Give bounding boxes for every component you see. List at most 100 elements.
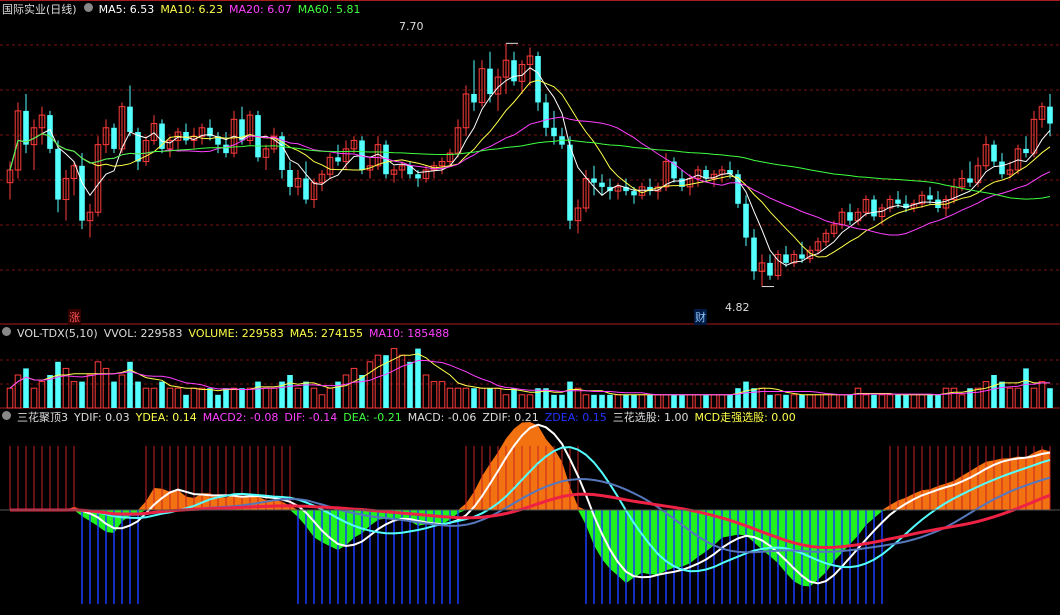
volume-bar — [679, 394, 685, 408]
volume-bar — [526, 394, 534, 409]
macd2-label: MACD2: -0.08 — [202, 411, 279, 424]
volume-bar — [743, 381, 749, 408]
volume-bar — [806, 394, 814, 409]
candle-body — [1023, 148, 1029, 154]
vol-name-label: VOL-TDX(5,10) — [17, 327, 98, 340]
volume-bar — [903, 394, 909, 408]
volume-bar — [198, 387, 206, 409]
volume-bar — [631, 394, 637, 408]
volume-bar — [390, 348, 398, 409]
volume-bar — [535, 388, 541, 408]
volume-bar — [1038, 381, 1046, 409]
volume-bar — [310, 387, 318, 409]
volume-bar — [487, 388, 493, 408]
volume-bar — [751, 388, 757, 408]
volume-bar — [799, 394, 805, 408]
volume-bar — [294, 387, 302, 409]
candle-body — [991, 144, 997, 162]
volume-bar — [255, 381, 261, 408]
settings-dot-icon[interactable] — [83, 3, 93, 12]
volume-bar — [638, 394, 646, 409]
volume-bar — [703, 394, 709, 408]
volume-bar — [654, 394, 662, 409]
volume-bar — [591, 394, 597, 408]
volume-bar — [159, 381, 165, 408]
volume-bar — [366, 361, 374, 409]
volume-bar — [70, 381, 78, 409]
volume-bar — [511, 388, 517, 408]
candle-body — [79, 165, 85, 221]
volume-bar — [55, 361, 61, 408]
volume-bar — [647, 394, 653, 408]
volume-bar — [415, 348, 421, 408]
zdif-label: ZDIF: 0.21 — [482, 411, 539, 424]
volume-bar — [239, 388, 245, 408]
candle-body — [871, 199, 877, 217]
volume-bar — [230, 387, 238, 409]
candle-body — [183, 132, 189, 141]
ma5-line — [9, 67, 1051, 266]
volume-bar — [686, 394, 694, 409]
volume-bar — [567, 381, 573, 408]
volume-bar — [614, 394, 622, 409]
ma10-label: MA10: 6.23 — [160, 3, 224, 16]
volume-bar — [607, 394, 613, 408]
volume-bar — [918, 394, 926, 409]
ma10-line — [9, 79, 1051, 258]
volume-bar — [398, 354, 406, 409]
candle-body — [415, 174, 421, 179]
volume-bar — [974, 387, 982, 409]
volume-bar — [847, 394, 853, 408]
candle-body — [511, 60, 517, 82]
candle-body — [127, 106, 133, 132]
volume-ma10-line — [9, 360, 1050, 396]
dif-label: DIF: -0.14 — [284, 411, 338, 424]
candle-body — [847, 212, 853, 221]
volume-bar — [30, 387, 38, 409]
candle-body — [743, 203, 749, 238]
settings-dot-icon[interactable] — [2, 411, 11, 420]
volume-bar — [927, 394, 933, 408]
ydif-label: YDIF: 0.03 — [74, 411, 130, 424]
candle-body — [487, 68, 493, 94]
candle-body — [799, 254, 805, 259]
volume-bar — [287, 375, 293, 408]
ma5-label: MA5: 6.53 — [98, 3, 155, 16]
volume-bar — [118, 374, 126, 409]
volume-bar — [774, 394, 782, 409]
volume-bar — [950, 387, 958, 409]
indicator-panel-header: 三花聚顶3 YDIF: 0.03 YDEA: 0.14 MACD2: -0.08… — [2, 410, 802, 425]
volume-bar — [1023, 368, 1029, 408]
candle-body — [751, 237, 757, 272]
volume-bar — [935, 394, 941, 408]
volume-bar — [111, 381, 117, 408]
volume-bar — [438, 381, 446, 409]
settings-dot-icon[interactable] — [2, 327, 11, 336]
candle-body — [599, 182, 605, 187]
candle-body — [535, 56, 541, 103]
ind-name-label: 三花聚顶3 — [17, 411, 68, 424]
volume-bar — [830, 394, 838, 409]
candle-body — [23, 110, 29, 145]
volume-bar — [878, 394, 886, 409]
volume-bar — [14, 374, 22, 409]
price-panel-header: 国际实业(日线) MA5: 6.53 MA10: 6.23 MA20: 6.07… — [2, 2, 366, 17]
volume-bar — [446, 387, 454, 409]
candle-body — [591, 178, 597, 183]
candle-body — [303, 178, 309, 200]
volume-bar — [1030, 387, 1038, 409]
volume-bar — [862, 394, 870, 409]
candle-body — [1047, 106, 1053, 124]
volume-bar — [982, 381, 990, 409]
volume-bar — [551, 394, 557, 408]
candle-body — [783, 254, 789, 263]
volume-bar — [407, 361, 413, 408]
volume-bar — [727, 394, 733, 408]
candle-body — [631, 191, 637, 196]
volume-bar — [767, 394, 773, 408]
ma60-label: MA60: 5.81 — [297, 3, 361, 16]
zdea-label: ZDEA: 0.15 — [544, 411, 607, 424]
volume-bar — [662, 394, 670, 409]
volume-bar — [471, 388, 477, 408]
volume-bar — [150, 387, 158, 409]
